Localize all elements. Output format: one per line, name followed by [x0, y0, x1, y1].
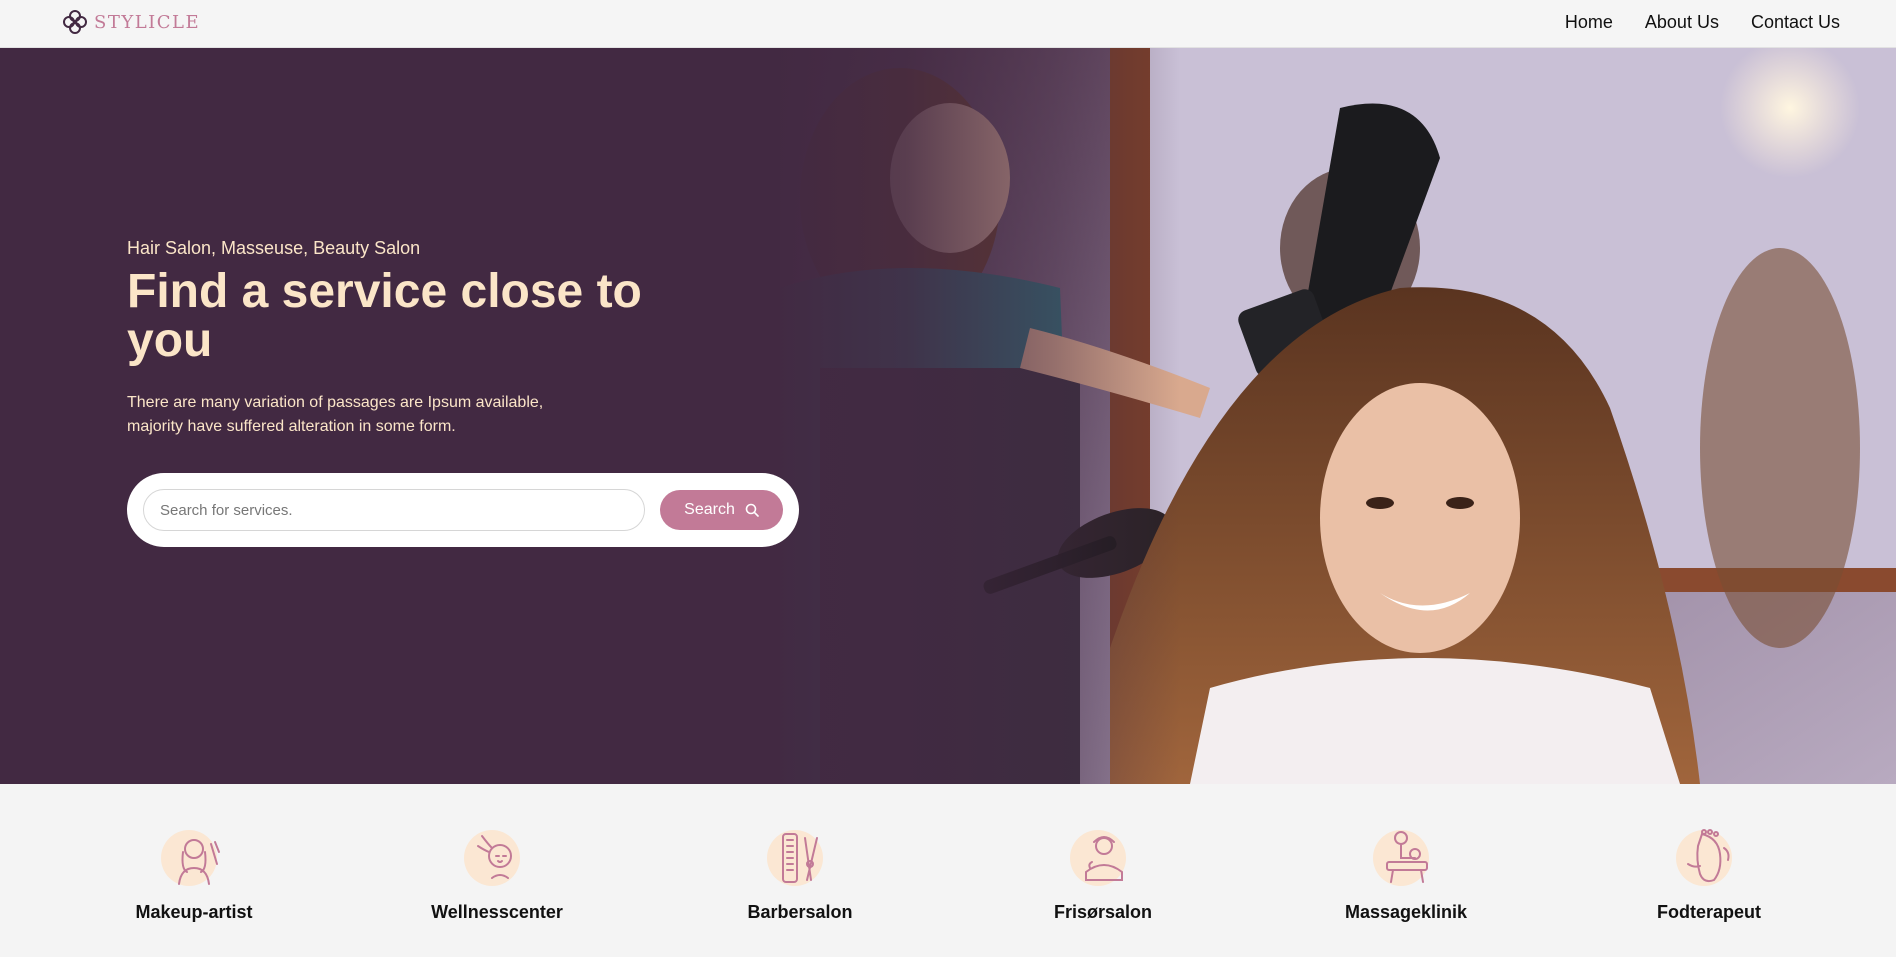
- category-label: Frisørsalon: [1053, 902, 1153, 922]
- main-nav: Home About Us Contact Us: [1533, 0, 1840, 44]
- massage-icon: [1373, 830, 1429, 886]
- service-search-input[interactable]: [143, 489, 645, 531]
- nav-home-link[interactable]: Home: [1565, 12, 1613, 33]
- category-label: Wellnesscenter: [431, 902, 563, 922]
- category-wellnesscenter[interactable]: Wellnesscenter: [397, 824, 597, 923]
- logo-flower-icon: [63, 10, 87, 34]
- foot-therapy-icon: [1676, 829, 1732, 886]
- barber-icon: [767, 830, 823, 886]
- category-makeup-artist[interactable]: Makeup-artist: [94, 824, 294, 923]
- service-categories: Makeup-artist Wellnesscenter Barbersalon: [0, 784, 1896, 957]
- top-navbar: STYLICLE Home About Us Contact Us: [0, 0, 1896, 48]
- service-search-form: Search: [127, 473, 799, 547]
- category-label: Massageklinik: [1344, 902, 1468, 922]
- hair-salon-icon: [1070, 830, 1126, 886]
- search-icon: [745, 503, 759, 517]
- brand-logo[interactable]: STYLICLE: [62, 9, 200, 35]
- category-fodterapeut[interactable]: Fodterapeut: [1609, 824, 1809, 923]
- category-barbersalon[interactable]: Barbersalon: [700, 824, 900, 923]
- nav-contact-link[interactable]: Contact Us: [1751, 12, 1840, 33]
- category-label: Fodterapeut: [1656, 902, 1761, 922]
- search-button-label: Search: [684, 501, 735, 518]
- brand-name: STYLICLE: [94, 11, 201, 33]
- hero-eyebrow: Hair Salon, Masseuse, Beauty Salon: [127, 238, 421, 258]
- category-frisorsalon[interactable]: Frisørsalon: [1003, 824, 1203, 923]
- category-label: Barbersalon: [747, 902, 853, 922]
- category-massageklinik[interactable]: Massageklinik: [1306, 824, 1506, 923]
- hero-section: Hair Salon, Masseuse, Beauty Salon Find …: [0, 48, 1896, 784]
- hero-description: There are many variation of passages are…: [127, 394, 544, 435]
- hero-title: Find a service close to you: [127, 265, 642, 367]
- nav-about-link[interactable]: About Us: [1645, 12, 1719, 33]
- hero-content: Hair Salon, Masseuse, Beauty Salon Find …: [127, 238, 827, 547]
- category-label: Makeup-artist: [135, 902, 253, 922]
- search-button[interactable]: Search: [660, 490, 783, 530]
- makeup-artist-icon: [161, 830, 220, 886]
- wellness-icon: [464, 830, 520, 886]
